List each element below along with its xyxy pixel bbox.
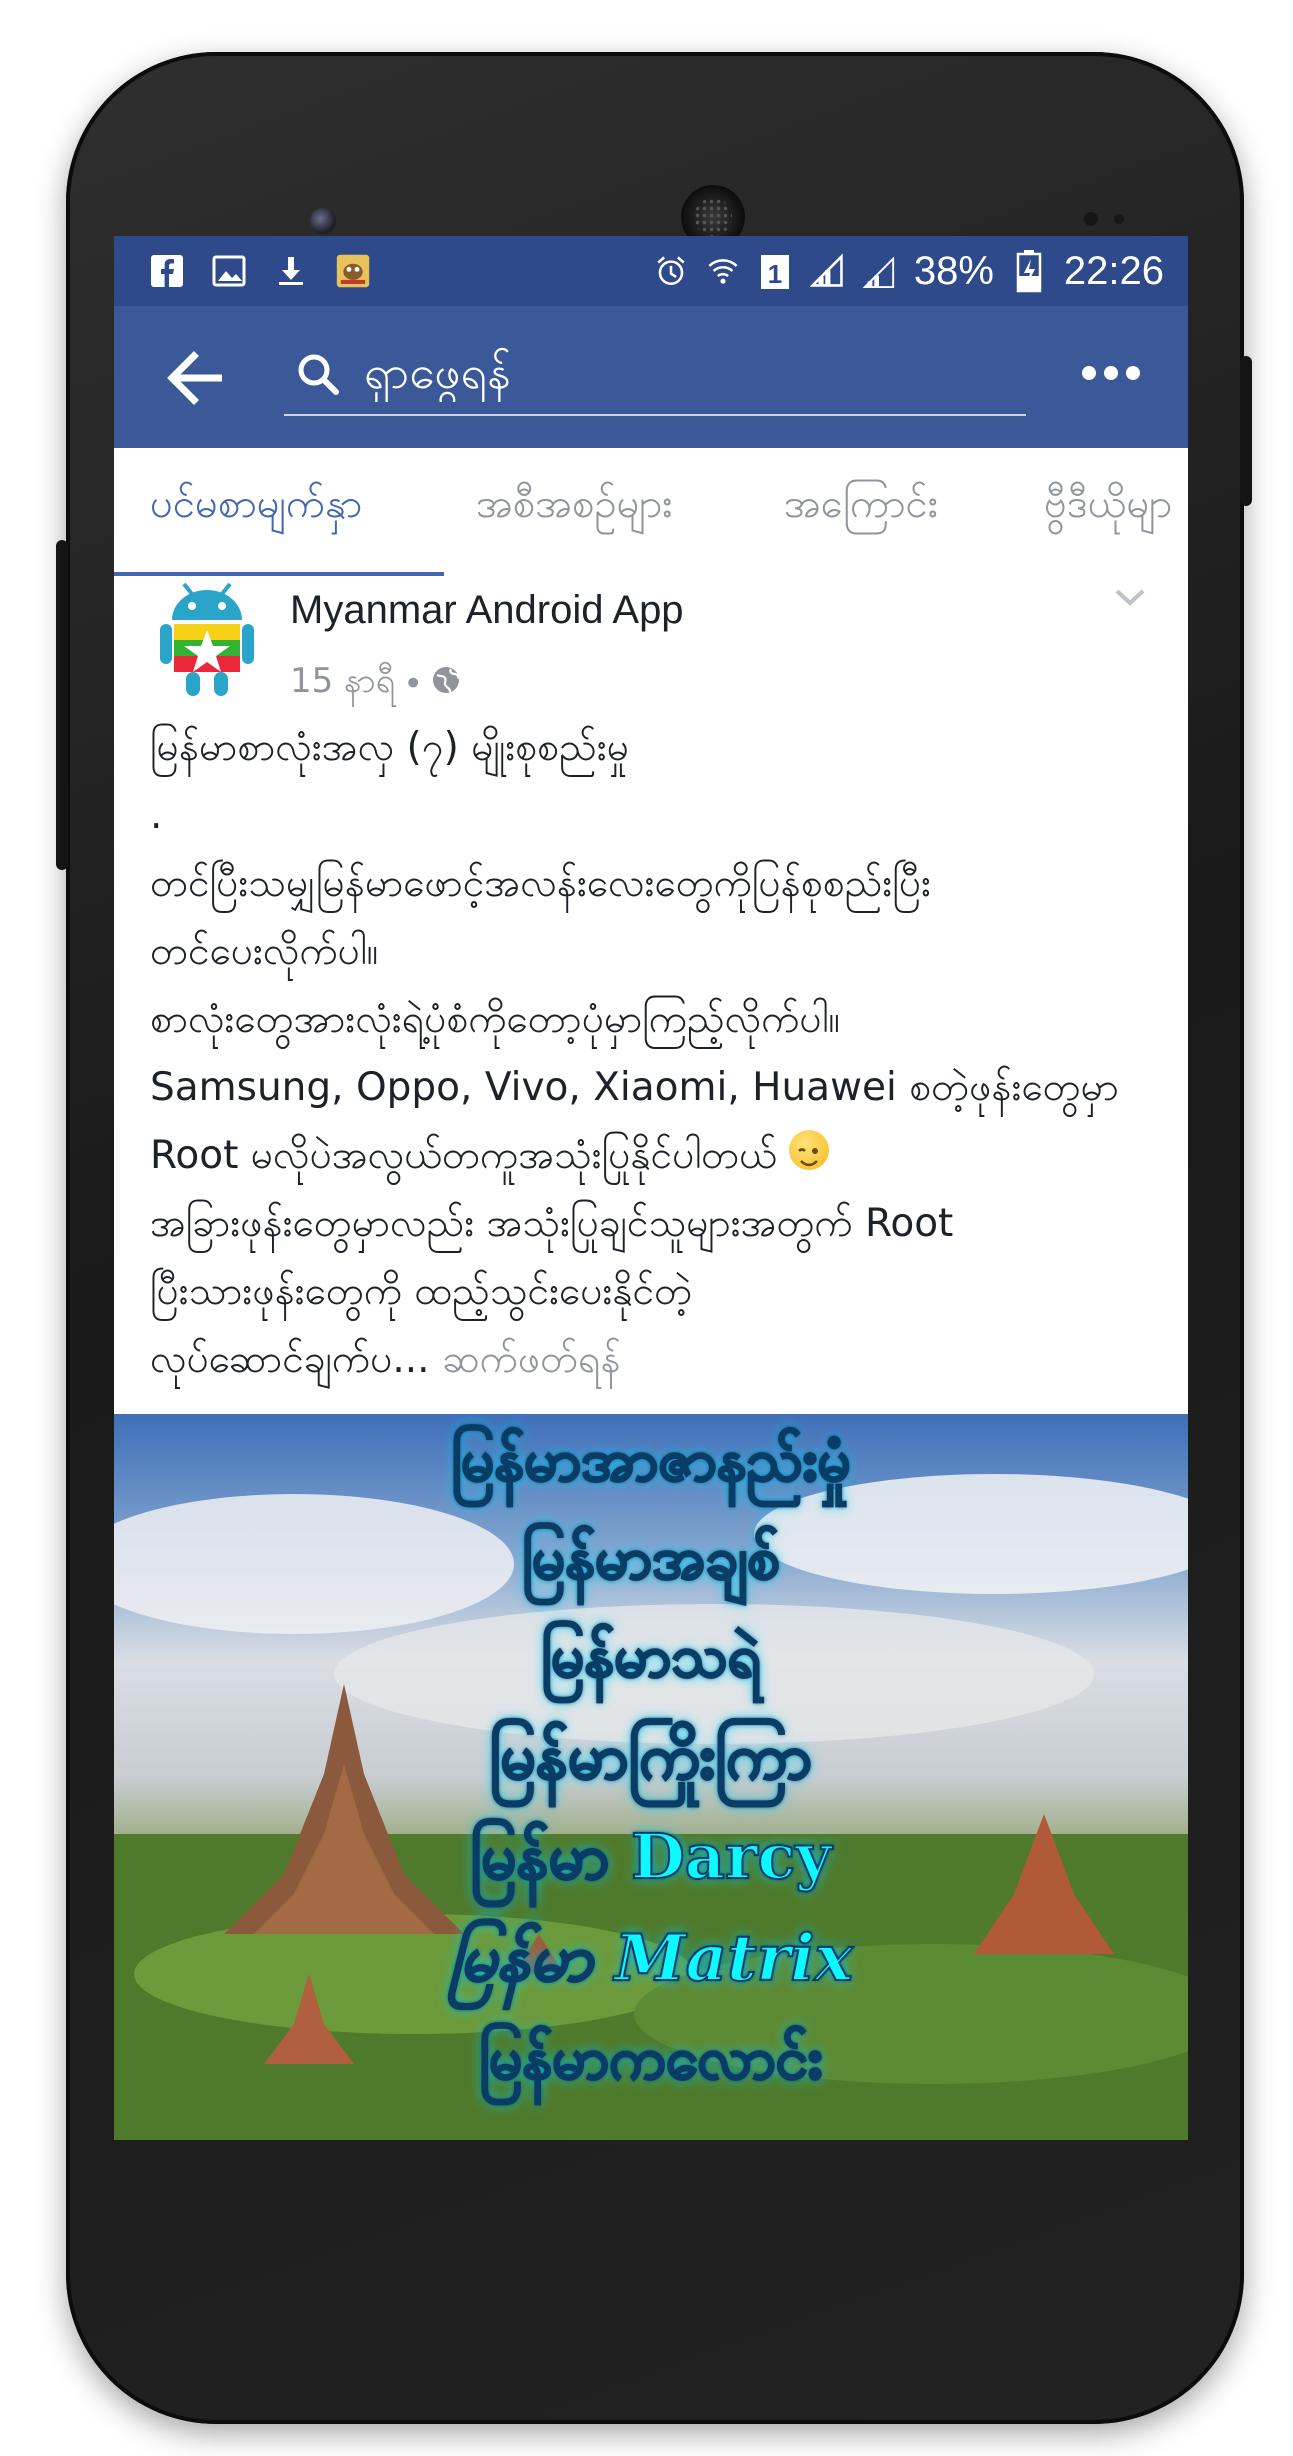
front-camera xyxy=(310,208,336,234)
more-dot-icon xyxy=(1082,366,1096,380)
light-sensor xyxy=(1114,214,1124,224)
power-button xyxy=(1240,356,1252,506)
post-line: တင်ပေးလိုက်ပါ။ xyxy=(150,929,379,974)
download-icon xyxy=(274,254,308,288)
post-time[interactable]: 15 နာရီ xyxy=(290,658,395,709)
wifi-icon xyxy=(706,254,740,288)
post-line: လုပ်ဆောင်ချက်ပ... xyxy=(150,1337,430,1382)
font-sample: မြန်မာသရဲ xyxy=(540,1621,761,1691)
tab-videos[interactable]: ဗွီဒီယိုမျာ xyxy=(1044,478,1172,537)
tab-about[interactable]: အကြောင်း xyxy=(784,478,938,537)
see-more-link[interactable]: ဆက်ဖတ်ရန် xyxy=(442,1337,621,1382)
post-header: Myanmar Android App 15 နာရီ • xyxy=(114,578,1188,704)
font-sample: မြန်မာ Darcy xyxy=(470,1819,833,1894)
clock: 22:26 xyxy=(1063,248,1164,293)
post-line: Samsung, Oppo, Vivo, Xiaomi, Huawei စတဲ့… xyxy=(150,1065,1119,1110)
meta-separator: • xyxy=(403,663,424,704)
post-line: စာလုံးတွေအားလုံးရဲ့ပုံစံကိုတော့ပုံမှာကြည… xyxy=(150,997,841,1042)
battery-percent: 38% xyxy=(913,248,994,293)
search-input[interactable] xyxy=(364,342,1004,402)
battery-icon xyxy=(1012,250,1046,293)
font-sample: မြန်မာကြိုးကြာ xyxy=(489,1719,813,1794)
facebook-icon xyxy=(150,254,184,288)
more-dot-icon xyxy=(1104,366,1118,380)
wink-emoji-icon xyxy=(789,1130,830,1170)
status-bar: 1 38% 22:26 xyxy=(114,236,1188,306)
font-sample: မြန်မာကလောင်း xyxy=(478,2023,823,2093)
post-line: အခြားဖုန်းတွေမှာလည်း အသုံးပြုချင်သူများအ… xyxy=(150,1201,954,1246)
post-photo[interactable]: မြန်မာအာဇာနည်းမှုံ မြန်မာအချစ် မြန်မာသရဲ… xyxy=(114,1414,1188,2140)
sim-icon: 1 xyxy=(758,254,792,289)
alarm-icon xyxy=(654,254,688,288)
search-bar[interactable] xyxy=(284,334,1026,416)
post-line: ပြီးသားဖုန်းတွေကို ထည့်သွင်းပေးနိုင်တဲ့ xyxy=(150,1269,693,1314)
screen: 1 38% 22:26 ရှာဖွေရန် ပင်မစာမျက်နှာ အစီအ… xyxy=(114,236,1188,2140)
page-name[interactable]: Myanmar Android App xyxy=(290,588,684,633)
post-line: တင်ပြီးသမျှမြန်မာဖောင့်အလန်းလေးတွေကိုပြန… xyxy=(150,861,931,906)
font-sample: မြန်မာ Matrix xyxy=(448,1920,854,1997)
proximity-sensor xyxy=(1084,212,1098,226)
post-meta: 15 နာရီ • xyxy=(290,658,461,709)
sim-slot-number: 1 xyxy=(768,259,782,289)
search-icon xyxy=(296,352,340,396)
post-text: မြန်မာစာလုံးအလှ (၇) မျိုးစုစည်းမှု . တင်… xyxy=(150,714,1160,1394)
tab-home[interactable]: ပင်မစာမျက်နှာ xyxy=(150,478,362,537)
post-last-line: လုပ်ဆောင်ချက်ပ... ဆက်ဖတ်ရန် xyxy=(150,1326,1160,1394)
signal-icon xyxy=(862,254,896,288)
post-line: မြန်မာစာလုံးအလှ (၇) မျိုးစုစည်းမှု xyxy=(150,725,630,770)
app-notification-icon xyxy=(336,254,370,288)
font-sample: မြန်မာအာဇာနည်းမှုံ xyxy=(450,1425,851,1495)
globe-icon xyxy=(431,664,461,704)
avatar[interactable] xyxy=(158,580,256,698)
more-dot-icon xyxy=(1126,366,1140,380)
volume-button xyxy=(56,540,68,870)
post-line: . xyxy=(150,793,163,838)
back-button[interactable] xyxy=(166,350,226,406)
post-line: Root မလိုပဲအလွယ်တကူအသုံးပြုနိုင်ပါတယ် xyxy=(150,1133,777,1178)
signal-icon xyxy=(809,253,844,288)
font-sample: မြန်မာအချစ် xyxy=(521,1523,781,1593)
toolbar xyxy=(114,306,1188,448)
tab-events[interactable]: အစီအစဉ်များ xyxy=(476,478,672,537)
post-options-button[interactable] xyxy=(1114,586,1146,608)
page-tabs: ပင်မစာမျက်နှာ အစီအစဉ်များ အကြောင်း ဗွီဒီ… xyxy=(114,448,1188,576)
post-line-with-emoji: Root မလိုပဲအလွယ်တကူအသုံးပြုနိုင်ပါတယ် xyxy=(150,1122,1160,1190)
chevron-down-icon xyxy=(1115,589,1145,606)
back-arrow-icon xyxy=(167,351,222,405)
active-tab-indicator xyxy=(114,572,444,576)
more-options-button[interactable] xyxy=(1082,366,1140,380)
font-sample-overlay: မြန်မာအာဇာနည်းမှုံ မြန်မာအချစ် မြန်မာသရဲ… xyxy=(114,1414,1188,2140)
image-icon xyxy=(212,254,246,288)
